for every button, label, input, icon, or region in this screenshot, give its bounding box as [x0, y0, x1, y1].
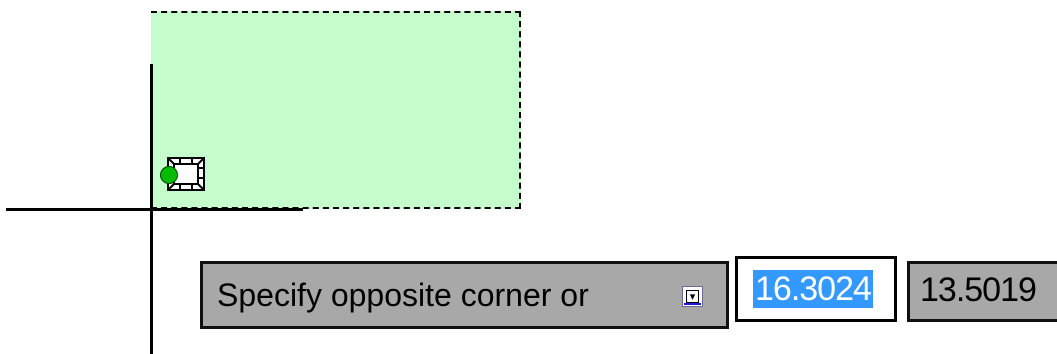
drawing-canvas[interactable]: Specify opposite corner or ▾ 16.3024 13.…	[0, 0, 1057, 354]
options-dropdown-button[interactable]: ▾	[682, 286, 703, 307]
crosshair-horizontal	[6, 208, 303, 211]
prompt-text: Specify opposite corner or	[217, 277, 589, 313]
snap-marker-icon	[160, 166, 178, 184]
arrow-down-options-icon: ▾	[686, 290, 699, 303]
x-coordinate-value[interactable]: 16.3024	[753, 270, 873, 308]
x-coordinate-input[interactable]: 16.3024	[735, 256, 897, 322]
crosshair-vertical	[150, 64, 153, 354]
selection-window	[151, 11, 521, 209]
dynamic-input-prompt: Specify opposite corner or ▾	[200, 261, 729, 329]
y-coordinate-value[interactable]: 13.5019	[920, 271, 1037, 310]
y-coordinate-input[interactable]: 13.5019	[907, 261, 1057, 322]
